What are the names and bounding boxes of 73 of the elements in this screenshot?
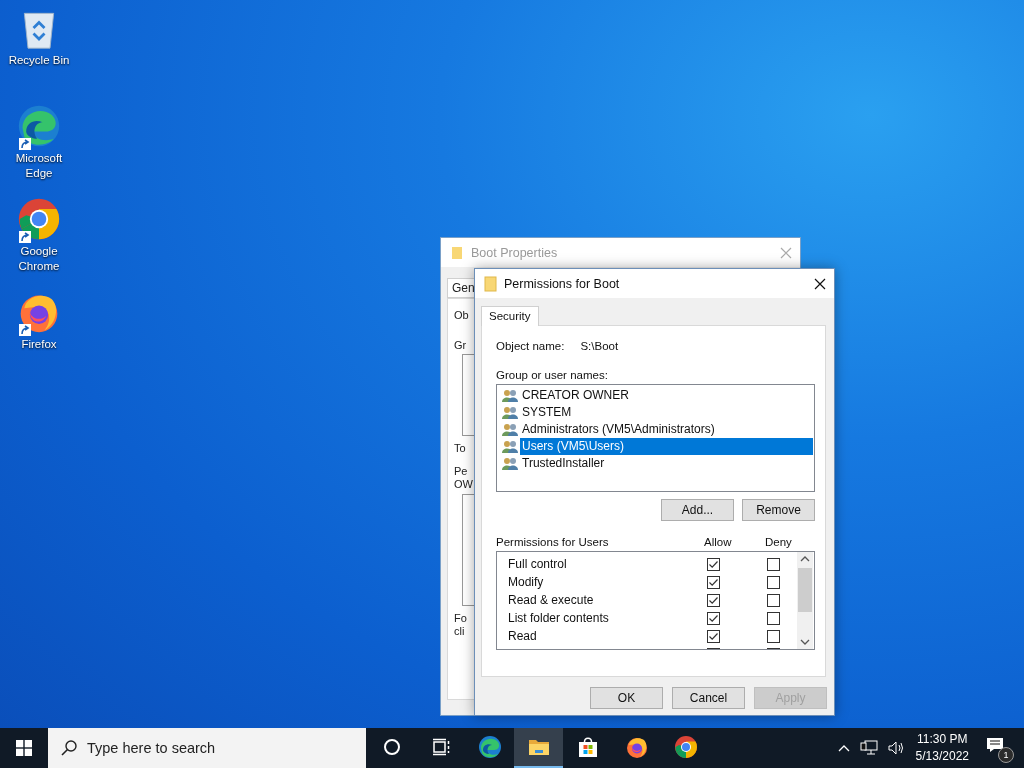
checkbox[interactable] [707,611,720,625]
message-icon[interactable] [986,737,1004,753]
object-name: S:\Boot [580,340,619,352]
chrome-icon [17,197,61,241]
taskbar-app-button[interactable] [514,728,563,768]
list-item[interactable]: TrustedInstaller [520,455,813,472]
checkbox[interactable] [767,629,780,643]
field-label: Permissions for Users [496,536,610,548]
checkbox[interactable] [767,611,780,625]
label-fragment: Ob [454,309,469,321]
users-icon [502,405,518,420]
checkbox[interactable] [707,575,720,589]
close-icon[interactable] [814,277,826,290]
field-label: Object name: [496,340,565,352]
checkbox[interactable] [767,557,780,571]
permission-name: Read & execute [508,593,595,607]
search-icon [60,739,78,757]
notification-button[interactable]: 1 [986,733,1014,763]
list-item[interactable]: SYSTEM [520,404,813,421]
label-fragment: Gr [454,339,467,351]
chrome-icon [673,735,698,759]
window-title: Permissions for Boot [504,276,620,291]
chevron-up-icon[interactable] [836,743,851,753]
notification-count: 1 [998,747,1014,763]
checkbox[interactable] [707,593,720,607]
column-header: Deny [765,536,792,548]
desktop-icon-label[interactable]: Google Chrome [6,244,72,274]
permission-name: Read [508,629,538,643]
tab[interactable]: Security [481,306,539,326]
dialog-button[interactable]: OK [590,687,663,709]
permission-name: List folder contents [508,611,610,625]
field-label: Group or user names: [496,369,609,381]
desktop-icon-label[interactable]: Recycle Bin [6,53,72,68]
scroll-thumb[interactable] [798,568,812,612]
window-title: Boot Properties [471,245,558,260]
users-icon [502,439,518,454]
dialog-button[interactable]: Cancel [672,687,745,709]
dialog-button[interactable]: Add... [661,499,734,521]
permission-name: Modify [508,575,545,589]
clock-time[interactable]: 11:30 PM [917,731,968,748]
checkbox[interactable] [767,575,780,589]
permission-name: Full control [508,557,568,571]
desktop-icon-label[interactable]: Firefox [6,337,72,352]
column-header: Allow [704,536,733,548]
desktop-icon-label[interactable]: Microsoft Edge [6,151,72,181]
edge-icon [477,735,502,759]
users-icon [502,422,518,437]
label-fragment: Fo [454,612,467,624]
users-icon [502,456,518,471]
list-item[interactable]: Users (VM5\Users) [520,438,813,455]
scrollbar[interactable] [797,552,813,649]
windows-logo-icon[interactable] [16,740,32,756]
label-fragment: To [454,442,466,454]
list-item[interactable]: Administrators (VM5\Administrators) [520,421,813,438]
folder-icon [484,275,497,292]
checkbox[interactable] [707,629,720,643]
folder-icon [451,245,463,260]
search-field[interactable]: Type here to search [48,728,366,768]
clock-date[interactable]: 5/13/2022 [915,748,969,765]
task-view-icon [430,737,451,757]
network-icon[interactable] [859,740,878,756]
dialog-button[interactable]: Remove [742,499,815,521]
checkbox[interactable] [707,557,720,571]
list-item[interactable]: CREATOR OWNER [520,387,813,404]
label-fragment: Pe [454,465,468,477]
firefox-icon [624,735,649,759]
label-fragment: cli [454,625,465,637]
users-icon [502,388,518,403]
checkbox[interactable] [767,593,780,607]
speaker-icon[interactable] [886,740,905,756]
edge-icon [17,104,61,148]
circle-icon [381,737,402,757]
label-fragment: OW [454,478,473,490]
